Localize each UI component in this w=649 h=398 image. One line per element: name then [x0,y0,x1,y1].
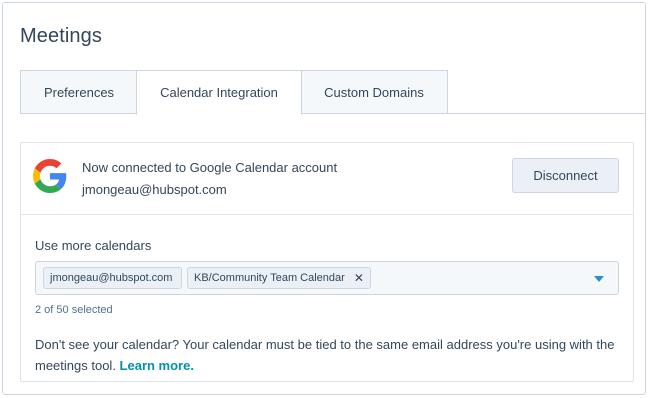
tab-custom-domains-label: Custom Domains [324,84,424,100]
disconnect-button[interactable]: Disconnect [512,158,619,193]
calendar-integration-panel: Now connected to Google Calendar account… [20,142,634,382]
settings-window: Meetings Preferences Calendar Integratio… [2,2,646,395]
tab-custom-domains[interactable]: Custom Domains [301,70,448,114]
calendar-chip-label: KB/Community Team Calendar [194,272,345,284]
help-text: Don't see your calendar? Your calendar m… [35,334,625,376]
google-g-icon [33,159,67,193]
connection-status-text: Now connected to Google Calendar account [82,160,338,175]
caret-down-icon[interactable] [594,276,604,282]
selected-count: 2 of 50 selected [35,304,113,316]
use-more-calendars-label: Use more calendars [35,238,152,253]
calendar-chip-label: jmongeau@hubspot.com [50,272,173,284]
tab-bar: Preferences Calendar Integration Custom … [20,70,646,115]
tab-preferences-label: Preferences [43,84,115,100]
calendar-chip: KB/Community Team Calendar ✕ [187,267,371,289]
calendar-chip: jmongeau@hubspot.com [43,267,182,289]
page-title: Meetings [20,25,102,47]
calendar-multiselect[interactable]: jmongeau@hubspot.com KB/Community Team C… [35,261,619,295]
connection-section: Now connected to Google Calendar account… [21,143,633,215]
remove-chip-icon[interactable]: ✕ [354,271,364,285]
tab-calendar-integration-label: Calendar Integration [160,85,278,100]
tab-calendar-integration[interactable]: Calendar Integration [136,70,302,115]
tab-preferences[interactable]: Preferences [20,70,137,114]
connected-email: jmongeau@hubspot.com [82,182,227,197]
learn-more-link[interactable]: Learn more. [120,358,194,373]
